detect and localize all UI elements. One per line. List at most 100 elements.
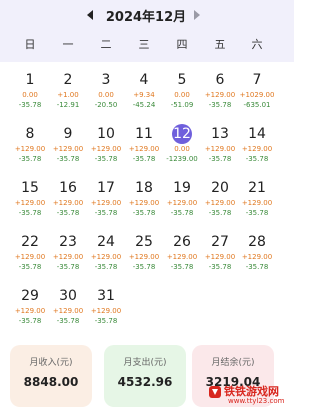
day-cell[interactable]: 17 +129.00 -35.78 xyxy=(87,178,125,232)
day-income: 0.00 xyxy=(174,145,190,153)
day-number: 30 xyxy=(59,288,77,304)
day-expense: -35.78 xyxy=(94,209,118,217)
day-number: 14 xyxy=(248,126,266,142)
day-income: +129.00 xyxy=(90,307,122,315)
day-cell[interactable]: 16 +129.00 -35.78 xyxy=(49,178,87,232)
day-number: 25 xyxy=(135,234,153,250)
day-number: 2 xyxy=(63,72,73,88)
day-number: 4 xyxy=(139,72,149,88)
day-cell[interactable]: 15 +129.00 -35.78 xyxy=(11,178,49,232)
day-expense: -35.78 xyxy=(245,209,269,217)
day-number: 16 xyxy=(59,180,77,196)
day-expense: -635.01 xyxy=(243,101,271,109)
day-cell[interactable]: 24 +129.00 -35.78 xyxy=(87,232,125,286)
day-cell[interactable]: 21 +129.00 -35.78 xyxy=(238,178,276,232)
day-cell[interactable]: 5 0.00 -51.09 xyxy=(163,70,201,124)
day-cell[interactable]: 18 +129.00 -35.78 xyxy=(125,178,163,232)
day-income: +1.00 xyxy=(57,91,79,99)
day-cell[interactable]: 1 0.00 -35.78 xyxy=(11,70,49,124)
day-number: 15 xyxy=(21,180,39,196)
day-income: +129.00 xyxy=(52,253,84,261)
day-cell[interactable]: 31 +129.00 -35.78 xyxy=(87,286,125,340)
day-number: 21 xyxy=(248,180,266,196)
day-income: +9.34 xyxy=(133,91,155,99)
day-number: 6 xyxy=(215,72,225,88)
day-income: +129.00 xyxy=(128,253,160,261)
day-number: 27 xyxy=(211,234,229,250)
monthly-expense-value: 4532.96 xyxy=(117,375,173,389)
day-expense: -35.78 xyxy=(18,209,42,217)
day-income: +1029.00 xyxy=(239,91,275,99)
weekday-label: 一 xyxy=(62,38,74,51)
day-number: 19 xyxy=(173,180,191,196)
day-expense: -35.78 xyxy=(18,155,42,163)
day-income: +129.00 xyxy=(90,253,122,261)
weekday-label: 五 xyxy=(214,38,226,51)
day-cell[interactable]: 4 +9.34 -45.24 xyxy=(125,70,163,124)
day-number: 31 xyxy=(97,288,115,304)
day-cell[interactable]: 3 0.00 -20.50 xyxy=(87,70,125,124)
day-cell[interactable]: 9 +129.00 -35.78 xyxy=(49,124,87,178)
day-cell[interactable]: 26 +129.00 -35.78 xyxy=(163,232,201,286)
day-cell[interactable]: 14 +129.00 -35.78 xyxy=(238,124,276,178)
day-expense: -35.78 xyxy=(94,263,118,271)
calendar-header: 2024年12月 日 一 二 三 四 五 六 xyxy=(0,0,294,62)
day-cell[interactable]: 25 +129.00 -35.78 xyxy=(125,232,163,286)
day-cell[interactable]: 19 +129.00 -35.78 xyxy=(163,178,201,232)
day-number: 22 xyxy=(21,234,39,250)
day-cell[interactable]: 28 +129.00 -35.78 xyxy=(238,232,276,286)
day-number: 8 xyxy=(25,126,35,142)
day-expense: -35.78 xyxy=(56,155,80,163)
day-expense: -1239.00 xyxy=(166,155,198,163)
day-cell[interactable]: 20 +129.00 -35.78 xyxy=(201,178,239,232)
day-income: +129.00 xyxy=(204,199,236,207)
day-number: 17 xyxy=(97,180,115,196)
day-expense: -35.78 xyxy=(94,317,118,325)
weekday-label: 四 xyxy=(176,38,188,51)
day-expense: -35.78 xyxy=(56,263,80,271)
day-cell-today[interactable]: 12 0.00 -1239.00 xyxy=(163,124,201,178)
triangle-right-icon[interactable] xyxy=(191,8,203,22)
day-expense: -51.09 xyxy=(170,101,194,109)
calendar-grid: 1 0.00 -35.78 2 +1.00 -12.91 3 0.00 -20.… xyxy=(0,62,294,342)
weekday-label: 二 xyxy=(100,38,112,51)
day-income: +129.00 xyxy=(241,199,273,207)
day-expense: -35.78 xyxy=(56,317,80,325)
day-cell[interactable]: 29 +129.00 -35.78 xyxy=(11,286,49,340)
day-income: +129.00 xyxy=(128,145,160,153)
day-cell[interactable]: 22 +129.00 -35.78 xyxy=(11,232,49,286)
day-cell[interactable]: 6 +129.00 -35.78 xyxy=(201,70,239,124)
day-cell[interactable]: 11 +129.00 -35.78 xyxy=(125,124,163,178)
weekday-label: 日 xyxy=(24,38,36,51)
day-cell[interactable]: 2 +1.00 -12.91 xyxy=(49,70,87,124)
day-expense: -35.78 xyxy=(245,155,269,163)
day-income: +129.00 xyxy=(204,91,236,99)
day-number: 26 xyxy=(173,234,191,250)
day-expense: -35.78 xyxy=(18,317,42,325)
site-watermark: 铁铁游戏网 www.ttyl23.com xyxy=(208,381,292,407)
day-cell[interactable]: 7 +1029.00 -635.01 xyxy=(238,70,276,124)
day-cell[interactable]: 8 +129.00 -35.78 xyxy=(11,124,49,178)
day-expense: -35.78 xyxy=(245,263,269,271)
triangle-left-icon[interactable] xyxy=(84,8,96,22)
day-income: +129.00 xyxy=(14,199,46,207)
day-cell[interactable]: 10 +129.00 -35.78 xyxy=(87,124,125,178)
day-cell[interactable]: 27 +129.00 -35.78 xyxy=(201,232,239,286)
day-number: 13 xyxy=(211,126,229,142)
month-navigation: 2024年12月 xyxy=(0,4,294,26)
day-income: +129.00 xyxy=(90,145,122,153)
day-expense: -35.78 xyxy=(18,263,42,271)
day-expense: -35.78 xyxy=(94,155,118,163)
day-expense: -35.78 xyxy=(18,101,42,109)
day-cell[interactable]: 23 +129.00 -35.78 xyxy=(49,232,87,286)
day-number: 24 xyxy=(97,234,115,250)
day-income: +129.00 xyxy=(204,253,236,261)
day-cell[interactable]: 13 +129.00 -35.78 xyxy=(201,124,239,178)
today-day-number: 12 xyxy=(172,124,192,144)
day-cell[interactable]: 30 +129.00 -35.78 xyxy=(49,286,87,340)
day-number: 28 xyxy=(248,234,266,250)
day-income: +129.00 xyxy=(241,253,273,261)
day-number: 11 xyxy=(135,126,153,142)
day-number: 7 xyxy=(252,72,262,88)
weekday-label: 三 xyxy=(138,38,150,51)
